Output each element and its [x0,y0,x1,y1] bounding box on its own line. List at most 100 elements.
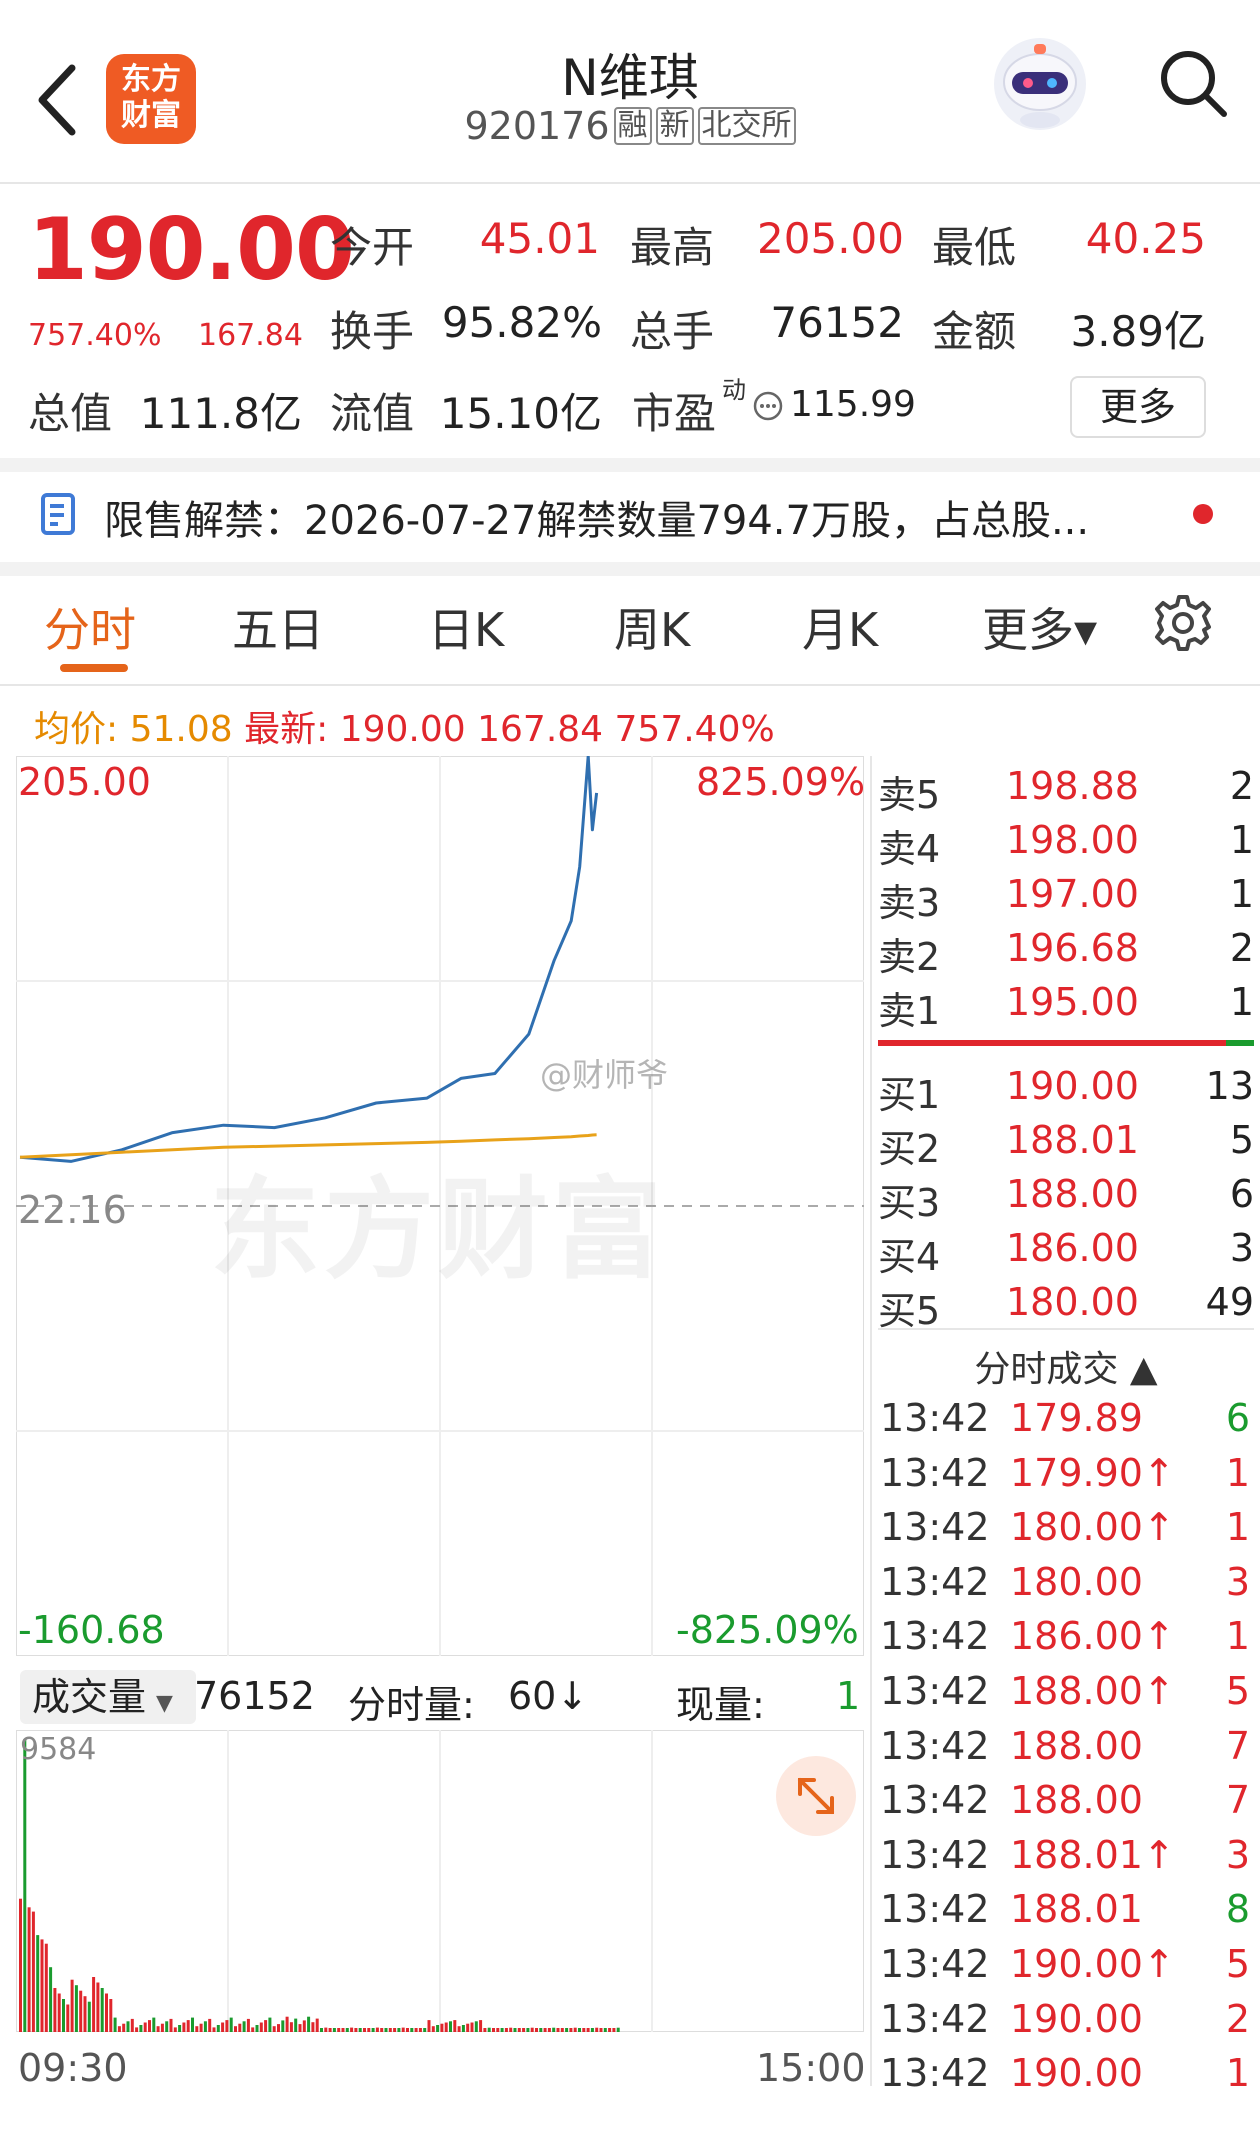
volume-bar [264,2020,268,2032]
ask-row[interactable]: 卖1 195.00 1 [878,980,1254,1034]
volume-bar [414,2028,418,2032]
amount-value: 3.89亿 [1070,307,1206,356]
ask-qty: 1 [1229,872,1254,916]
volume-bar [66,2004,70,2032]
chart-bottom-price: -160.68 [18,1608,165,1652]
tab-monthly-k[interactable]: 月K [802,594,878,660]
volume-bar [337,2028,341,2032]
trade-price: 188.00 [1010,1723,1143,1768]
trade-time: 13:42 [880,1996,990,2041]
ask-level: 卖5 [878,773,941,817]
trades-header[interactable]: 分时成交 ▲ [878,1340,1254,1392]
tab-daily-k[interactable]: 日K [428,594,504,660]
volume-bar [500,2028,504,2032]
trade-qty: 2 [1225,1996,1250,2041]
trade-row: 13:42 180.00 3 [878,1560,1254,1614]
bid-level: 买4 [878,1235,941,1279]
tab-weekly-k[interactable]: 周K [614,594,690,660]
trade-price: 180.00 [1010,1559,1143,1604]
bid-row[interactable]: 买5 180.00 49 [878,1280,1254,1334]
mktcap-value: 111.8亿 [139,389,302,438]
trade-price: 186.00↑ [1010,1614,1175,1659]
volume-bar [431,2026,435,2032]
expand-button[interactable] [776,1756,856,1836]
trade-time: 13:42 [880,1778,990,1823]
ask-qty: 2 [1229,764,1254,808]
bid-level: 买3 [878,1181,941,1225]
section-gap [0,458,1260,472]
volume-bar [242,2021,246,2032]
ask-price: 195.00 [1006,980,1139,1024]
stock-code: 920176 [464,104,610,148]
volume-bar [595,2027,599,2032]
bid-row[interactable]: 买3 188.00 6 [878,1172,1254,1226]
trade-qty: 5 [1225,1669,1250,1713]
trade-row: 13:42 188.00↑ 5 [878,1669,1254,1723]
ask-price: 196.68 [1006,926,1139,970]
trade-price: 188.01↑ [1010,1832,1175,1877]
tab-more[interactable]: 更多▾ [982,594,1097,660]
volume-bar [186,2020,190,2032]
volume-bar [62,1999,65,2032]
volume-bar [363,2028,366,2032]
volume-bar [354,2028,358,2032]
volume-bar [423,2028,427,2032]
pe-value: 115.99 [790,384,916,425]
lockup-expiry-notice[interactable]: 限售解禁：2026-07-27解禁数量794.7万股，占总股... [104,488,1089,546]
bid-row[interactable]: 买1 190.00 13 [878,1064,1254,1118]
trade-time: 13:42 [880,1887,990,1932]
volume-bar [466,2023,470,2032]
tag-exchange: 北交所 [697,107,796,145]
volume-bar [268,2017,272,2032]
more-button[interactable]: 更多 [1070,376,1206,438]
volume-bar [449,2021,452,2032]
ask-row[interactable]: 卖3 197.00 1 [878,872,1254,926]
trade-qty: 7 [1225,1778,1250,1823]
trade-qty: 1 [1225,1450,1250,1495]
volume-bar [117,2026,121,2032]
volume-bar [522,2028,526,2032]
bid-row[interactable]: 买2 188.01 5 [878,1118,1254,1172]
volume-bar [298,2024,302,2032]
trade-row: 13:42 179.89 6 [878,1396,1254,1450]
trade-price: 188.01 [1010,1887,1143,1932]
open-value: 45.01 [479,214,600,263]
ask-row[interactable]: 卖5 198.88 2 [878,764,1254,818]
trade-price: 190.00 [1010,1996,1143,2041]
volume-bar [358,2028,362,2032]
search-icon[interactable] [1158,48,1228,118]
tab-intraday[interactable]: 分时 [44,594,136,660]
volume-bar [444,2022,448,2032]
info-icon[interactable] [752,390,784,422]
mktcap-label: 总值 [28,389,113,438]
ask-row[interactable]: 卖4 198.00 1 [878,818,1254,872]
price-line [19,756,599,1163]
volume-bar [380,2028,384,2032]
volume-bar [367,2028,371,2032]
chart-top-price: 205.00 [18,760,151,804]
volume-bar [160,2023,164,2032]
tab-five-day[interactable]: 五日 [232,594,324,660]
ask-row[interactable]: 卖2 196.68 2 [878,926,1254,980]
volume-bar [191,2017,194,2032]
bid-price: 190.00 [1006,1064,1139,1108]
trade-time: 13:42 [880,1614,990,1659]
gear-icon[interactable] [1152,592,1214,654]
bid-qty: 3 [1229,1226,1254,1270]
volume-bar [130,2018,134,2032]
volume-bar [31,1911,35,2032]
trade-row: 13:42 179.90↑ 1 [878,1451,1254,1505]
minute-volume-value: 60↓ [508,1674,589,1718]
indicator-selector[interactable]: 成交量 ▼ [20,1670,196,1724]
assistant-robot-icon[interactable] [990,34,1090,134]
bid-row[interactable]: 买4 186.00 3 [878,1226,1254,1280]
trade-price: 188.00↑ [1010,1669,1175,1713]
volume-bar [599,2028,603,2032]
volume-bar [225,2020,229,2032]
volume-chart[interactable] [16,1730,864,2032]
ask-level: 卖4 [878,827,941,871]
volume-bar [474,2021,478,2032]
trade-qty: 1 [1225,1614,1250,1659]
volume-bar [105,1993,108,2032]
bid-qty: 13 [1205,1064,1254,1108]
